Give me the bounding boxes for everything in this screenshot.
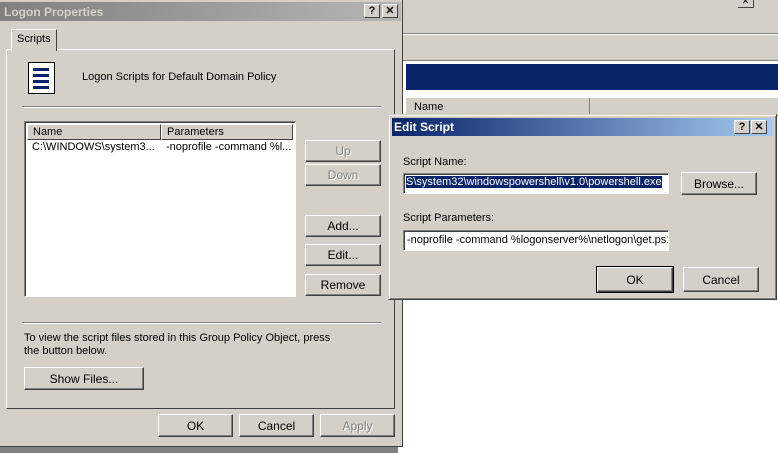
up-button[interactable]: Up (305, 140, 381, 162)
cancel-button-label: Cancel (257, 418, 296, 433)
scripts-list[interactable]: Name Parameters C:\WINDOWS\system3... -n… (24, 121, 296, 297)
edit-button-label: Edit... (327, 248, 359, 262)
up-button-label: Up (335, 144, 351, 158)
close-icon[interactable]: ✕ (382, 4, 398, 18)
table-row[interactable]: C:\WINDOWS\system3... -noprofile -comman… (27, 140, 293, 154)
background-column-name[interactable]: Name (406, 98, 590, 115)
down-button-label: Down (327, 168, 359, 182)
tab-scripts[interactable]: Scripts (11, 29, 57, 51)
edit-ok-button-label: OK (626, 272, 644, 287)
edit-cancel-button[interactable]: Cancel (683, 267, 759, 292)
help-icon[interactable]: ? (734, 120, 750, 134)
row-parameters-cell: -noprofile -command %l... (166, 141, 291, 153)
browse-button-label: Browse... (693, 176, 744, 191)
background-toolbar (398, 35, 778, 61)
dialog-title: Logon Properties (4, 5, 104, 19)
row-name-cell: C:\WINDOWS\system3... (32, 141, 155, 153)
down-button[interactable]: Down (305, 164, 381, 186)
apply-button[interactable]: Apply (320, 414, 395, 437)
browse-button[interactable]: Browse... (681, 172, 757, 195)
background-title-bar: ✕ (398, 0, 778, 10)
script-name-label: Script Name: (403, 156, 467, 168)
script-name-input[interactable]: S\system32\windowspowershell\v1.0\powers… (403, 173, 669, 194)
show-files-button[interactable]: Show Files... (24, 367, 144, 390)
list-header: Name Parameters (27, 124, 293, 140)
edit-script-dialog: Edit Script ? ✕ Script Name: S\system32\… (388, 114, 777, 300)
column-header-parameters[interactable]: Parameters (161, 124, 293, 140)
background-menu-bar (398, 10, 778, 34)
edit-cancel-button-label: Cancel (702, 272, 740, 287)
remove-button[interactable]: Remove (305, 274, 381, 296)
edit-dialog-title-bar: Edit Script (392, 118, 773, 136)
column-header-name[interactable]: Name (27, 124, 161, 140)
help-icon[interactable]: ? (364, 4, 380, 18)
separator (22, 106, 381, 108)
close-icon[interactable]: ✕ (751, 120, 767, 134)
add-button-label: Add... (327, 219, 359, 233)
add-button[interactable]: Add... (305, 215, 381, 237)
dialog-title-bar: Logon Properties (0, 2, 401, 21)
apply-button-label: Apply (342, 418, 373, 433)
ok-button-label: OK (186, 418, 205, 433)
script-parameters-label: Script Parameters: (403, 212, 495, 224)
info-text: To view the script files stored in this … (24, 332, 331, 357)
background-close-icon[interactable]: ✕ (738, 0, 754, 8)
script-name-value: S\system32\windowspowershell\v1.0\powers… (406, 176, 662, 188)
ok-button[interactable]: OK (158, 414, 233, 437)
script-document-icon (28, 62, 55, 94)
edit-ok-button[interactable]: OK (596, 266, 674, 293)
edit-button[interactable]: Edit... (305, 244, 381, 266)
edit-dialog-title: Edit Script (394, 120, 455, 134)
cancel-button[interactable]: Cancel (239, 414, 314, 437)
script-parameters-input[interactable]: -noprofile -command %logonserver%\netlog… (403, 230, 669, 251)
remove-button-label: Remove (320, 278, 366, 292)
background-title-band (406, 64, 778, 90)
policy-header-text: Logon Scripts for Default Domain Policy (82, 71, 277, 83)
logon-properties-dialog: Logon Properties ? ✕ Scripts Logon Scrip… (0, 0, 403, 447)
show-files-button-label: Show Files... (49, 371, 119, 386)
separator (22, 322, 381, 324)
